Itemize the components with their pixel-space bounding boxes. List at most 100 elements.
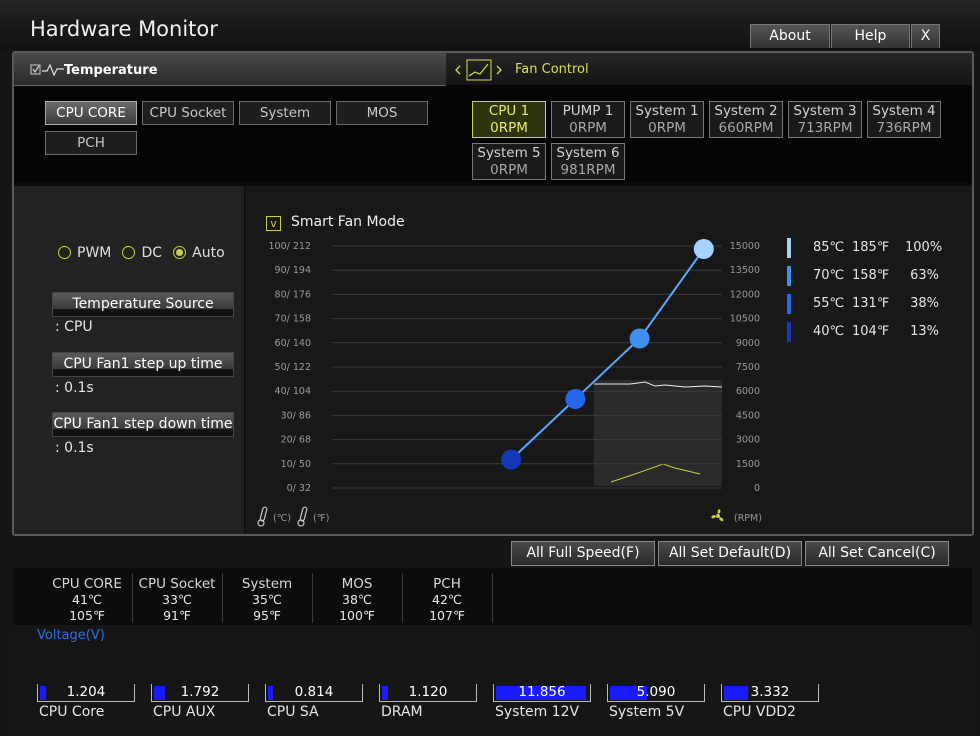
left-tick-label: 60/ 140 [275, 338, 311, 349]
right-tick-label: 7500 [736, 362, 760, 373]
temperature-source-button[interactable]: Temperature Source [52, 292, 234, 317]
voltage-meter: 1.120 [379, 684, 477, 704]
fan-rpm: 0RPM [569, 120, 607, 136]
legend-swatch [787, 294, 791, 314]
smart-fan-checkbox[interactable]: v [266, 216, 281, 231]
legend-celsius: 70℃ [813, 268, 845, 283]
temp-readout-name: MOS [341, 576, 373, 592]
legend-fahrenheit: 158℉ [852, 268, 890, 283]
right-axis-ticks: 1500013500120001050090007500600045003000… [730, 241, 760, 494]
fan-button-cpu1[interactable]: CPU 1 0RPM [472, 101, 546, 138]
close-button[interactable]: X [911, 24, 940, 48]
all-set-cancel-button[interactable]: All Set Cancel(C) [805, 541, 949, 566]
temp-readout-name: PCH [433, 576, 461, 592]
voltage-value: 3.332 [750, 684, 790, 700]
left-tick-label: 90/ 194 [275, 265, 311, 276]
voltage-name: CPU SA [267, 704, 319, 720]
temp-readout-pch: PCH 42℃ 107℉ [402, 576, 492, 624]
temp-readout-fahrenheit: 95℉ [253, 608, 281, 623]
fan-rpm: 0RPM [490, 162, 528, 178]
temp-readout-celsius: 38℃ [342, 592, 372, 607]
step-up-time-value: : 0.1s [55, 380, 94, 396]
legend-row: 40℃ 104℉ 13% [787, 322, 947, 344]
temp-readout-celsius: 35℃ [252, 592, 282, 607]
left-tick-label: 50/ 122 [275, 362, 311, 373]
temperature-source-value: : CPU [55, 319, 93, 335]
voltage-name: CPU AUX [153, 704, 216, 720]
fan-name: CPU 1 [488, 103, 530, 119]
legend-celsius: 55℃ [813, 296, 845, 311]
all-set-default-button[interactable]: All Set Default(D) [658, 541, 802, 566]
sensor-button-cpu-core[interactable]: CPU CORE [45, 101, 137, 125]
sensor-button-system[interactable]: System [239, 101, 331, 125]
radio-auto[interactable] [173, 246, 187, 259]
fan-curve-point[interactable] [565, 389, 586, 410]
all-full-speed-button[interactable]: All Full Speed(F) [511, 541, 655, 566]
left-tick-label: 80/ 176 [275, 289, 311, 300]
fan-name: System 5 [477, 145, 541, 161]
thermometer-icon [297, 506, 308, 527]
fan-name: System 3 [793, 103, 857, 119]
fan-rpm: 0RPM [648, 120, 686, 136]
radio-pwm[interactable] [58, 246, 71, 259]
temp-readout-name: CPU Socket [138, 576, 216, 592]
fan-curve-chart[interactable]: 100/ 212 90/ 194 80/ 176 70/ 158 60/ 140 50/ … [245, 230, 790, 530]
temp-readout-cpu-core: CPU CORE 41℃ 105℉ [42, 576, 132, 624]
temp-readout-celsius: 41℃ [72, 592, 102, 607]
legend-percent: 38% [910, 296, 939, 311]
voltage-name: System 12V [495, 704, 580, 720]
left-tick-label: 10/ 50 [281, 459, 311, 470]
fan-mode-radio-group: PWM DC Auto [58, 242, 231, 261]
voltage-meter: 1.204 [37, 684, 135, 704]
fan-curve-point[interactable] [693, 239, 714, 259]
voltage-meter: 1.792 [151, 684, 249, 704]
sensor-button-cpu-socket[interactable]: CPU Socket [142, 101, 234, 125]
fan-name: System 4 [872, 103, 936, 119]
right-tick-label: 13500 [730, 265, 760, 276]
sensor-button-pch[interactable]: PCH [45, 131, 137, 155]
fan-rpm: 660RPM [718, 120, 774, 136]
legend-percent: 100% [905, 240, 943, 255]
right-tick-label: 0 [754, 483, 760, 494]
fan-rpm: 713RPM [797, 120, 853, 136]
legend-row: 85℃ 185℉ 100% [787, 238, 947, 260]
voltage-value: 1.120 [408, 684, 448, 700]
fan-name: System 6 [556, 145, 620, 161]
fan-button-system1[interactable]: System 1 0RPM [630, 101, 704, 138]
voltage-name: DRAM [381, 704, 423, 720]
voltage-value: 11.856 [518, 684, 566, 700]
fan-button-pump1[interactable]: PUMP 1 0RPM [551, 101, 625, 138]
fan-button-system3[interactable]: System 3 713RPM [788, 101, 862, 138]
fan-curve-icon [455, 59, 502, 81]
right-tick-label: 1500 [736, 459, 760, 470]
fan-button-system5[interactable]: System 5 0RPM [472, 143, 546, 180]
legend-swatch [787, 322, 791, 342]
fan-button-system4[interactable]: System 4 736RPM [867, 101, 941, 138]
temp-readout-mos: MOS 38℃ 100℉ [312, 576, 402, 624]
step-down-time-button[interactable]: CPU Fan1 step down time [52, 412, 234, 437]
fan-rpm: 736RPM [876, 120, 932, 136]
temp-readout-celsius: 33℃ [162, 592, 192, 607]
fan-curve-point[interactable] [501, 449, 522, 470]
right-tick-label: 4500 [736, 410, 760, 421]
fan-control-tab-label: Fan Control [515, 62, 589, 77]
radio-auto-label: Auto [192, 244, 225, 261]
radio-dc[interactable] [122, 246, 136, 259]
legend-fahrenheit: 104℉ [852, 324, 890, 339]
left-axis-ticks: 100/ 212 90/ 194 80/ 176 70/ 158 60/ 140 50/ … [269, 241, 312, 494]
fan-icon [711, 509, 724, 522]
fan-button-system6[interactable]: System 6 981RPM [551, 143, 625, 180]
about-button[interactable]: About [750, 24, 830, 48]
fan-button-system2[interactable]: System 2 660RPM [709, 101, 783, 138]
step-up-time-button[interactable]: CPU Fan1 step up time [52, 352, 234, 377]
sensor-button-mos[interactable]: MOS [336, 101, 428, 125]
legend-percent: 13% [910, 324, 939, 339]
fan-name: System 2 [714, 103, 778, 119]
temp-readout-cpu-socket: CPU Socket 33℃ 91℉ [132, 576, 222, 624]
left-tick-label: 40/ 104 [275, 386, 311, 397]
legend-swatch [787, 266, 791, 286]
legend-row: 55℃ 131℉ 38% [787, 294, 947, 316]
voltage-value: 1.792 [180, 684, 220, 700]
fan-curve-point[interactable] [629, 328, 650, 349]
help-button[interactable]: Help [831, 24, 910, 48]
